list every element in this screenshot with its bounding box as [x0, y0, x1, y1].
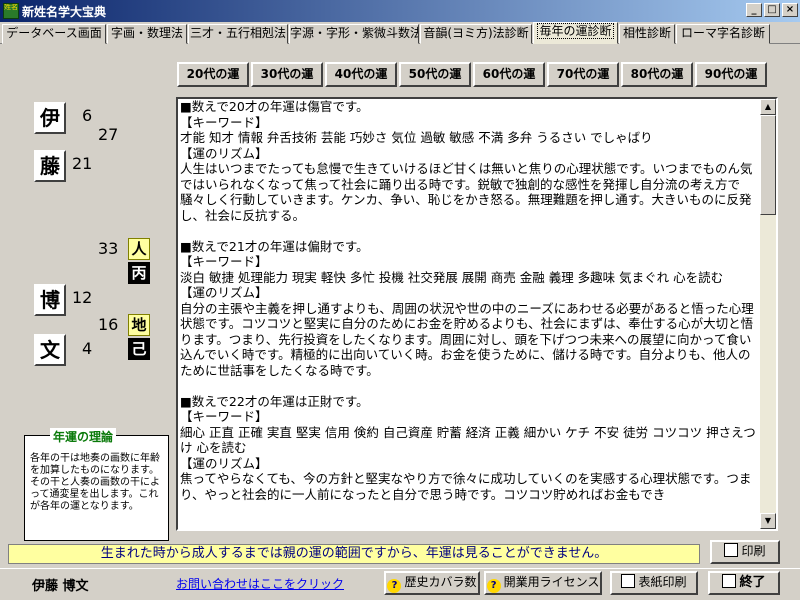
age-60s-button[interactable]: 60代の運 — [473, 62, 545, 87]
jin-kaku-value: 33 — [98, 239, 119, 258]
close-button[interactable]: × — [782, 3, 798, 17]
fortune-text: ■数えで20才の年運は傷官です。 【キーワード】 才能 知才 情報 弁舌技術 芸能 … — [180, 99, 762, 502]
tab-label: 字画・数理法 — [110, 26, 183, 40]
fortune-line: 才能 知才 情報 弁舌技術 芸能 巧妙さ 気位 過敏 敏感 不満 多弁 うるさい… — [180, 130, 653, 145]
fortune-line: 自分の主張や主義を押し通すよりも、周囲の状況や世の中のニーズにあわせる必要がある… — [180, 300, 754, 378]
minimize-button[interactable]: _ — [746, 3, 762, 17]
scroll-up-icon[interactable]: ▲ — [760, 99, 776, 115]
age-30s-button[interactable]: 30代の運 — [251, 62, 323, 87]
history-kabbalah-button[interactable]: ? 歴史カバラ数 — [384, 571, 480, 595]
contact-link[interactable]: お問い合わせはここをクリック — [176, 575, 344, 592]
tab-label: 毎年の運診断 — [537, 23, 614, 39]
print-button-label: 印刷 — [741, 544, 766, 558]
fortune-line: 【キーワード】 — [180, 114, 268, 130]
fortune-line: 【キーワード】 — [180, 409, 268, 424]
status-message: 生まれた時から成人するまでは親の運の範囲ですから、年運は見ることができません。 — [8, 544, 700, 564]
age-50s-button[interactable]: 50代の運 — [399, 62, 471, 87]
given-char-2: 文 — [34, 334, 66, 366]
tab-label: ローマ字名診断 — [680, 26, 765, 40]
footer-bar: 伊藤 博文 お問い合わせはここをクリック ? 歴史カバラ数 ? 開業用ライセンス 表… — [0, 568, 800, 600]
tab-label: 三才・五行相剋法 — [189, 26, 286, 40]
tab-stroke-numerology[interactable]: 字画・数理法 — [107, 24, 187, 44]
help-icon: ? — [387, 579, 402, 593]
fortune-line: ■数えで22才の年運は正財です。 — [180, 393, 369, 409]
exit-button-label: 終了 — [739, 575, 766, 590]
surname-char-2: 藤 — [34, 150, 66, 182]
tab-sansai-gogyo[interactable]: 三才・五行相剋法 — [188, 24, 288, 44]
given-char-2-strokes: 4 — [82, 339, 93, 358]
scroll-thumb[interactable] — [760, 115, 776, 215]
tab-compatibility[interactable]: 相性診断 — [619, 24, 675, 44]
tab-bar: データベース画面 字画・数理法 三才・五行相剋法 字源・字形・紫微斗数法 音韻(… — [0, 22, 800, 44]
title-bar: 姓名 新姓名学大宝典 _ □ × — [0, 0, 800, 22]
tab-database[interactable]: データベース画面 — [2, 24, 106, 44]
heaven-sum: 27 — [98, 125, 119, 144]
vertical-scrollbar[interactable]: ▲ ▼ — [760, 99, 776, 529]
printer-icon — [621, 574, 636, 588]
printer-icon — [724, 543, 739, 557]
user-name: 伊藤 博文 — [32, 579, 89, 594]
help-icon: ? — [486, 579, 501, 593]
fortune-line: 細心 正直 正確 実直 堅実 信用 倹約 自己資産 貯蓄 経済 正義 細かい ケ… — [180, 424, 756, 456]
tab-label: データベース画面 — [6, 26, 102, 40]
fortune-line: ■数えで20才の年運は傷官です。 — [180, 99, 369, 114]
exit-icon — [722, 574, 737, 588]
maximize-button[interactable]: □ — [764, 3, 780, 17]
chi-kaku-stem: 己 — [128, 338, 150, 360]
tab-label: 字源・字形・紫微斗数法 — [290, 26, 419, 40]
chi-kaku-label: 地 — [128, 314, 150, 336]
fortune-line: ■数えで21才の年運は偏財です。 — [180, 238, 369, 254]
given-char-1-strokes: 12 — [72, 288, 93, 307]
scroll-down-icon[interactable]: ▼ — [760, 513, 776, 529]
jin-kaku-stem: 丙 — [128, 262, 150, 284]
history-button-label: 歴史カバラ数 — [404, 575, 477, 589]
tab-onin-yomi[interactable]: 音韻(ヨミ方)法診断 — [420, 24, 532, 44]
license-button-label: 開業用ライセンス — [503, 575, 600, 589]
fortune-text-area[interactable]: ■数えで20才の年運は傷官です。 【キーワード】 才能 知才 情報 弁舌技術 芸能 … — [176, 97, 778, 531]
theory-title: 年運の理論 — [50, 428, 117, 445]
age-40s-button[interactable]: 40代の運 — [325, 62, 397, 87]
surname-char-1-strokes: 6 — [82, 106, 93, 125]
window-title: 新姓名学大宝典 — [22, 5, 107, 19]
fortune-line: 淡白 敏捷 処理能力 現実 軽快 多忙 投機 社交発展 展開 商売 金融 義理 … — [180, 269, 724, 285]
tab-jigen-jikei-shibi[interactable]: 字源・字形・紫微斗数法 — [289, 24, 419, 44]
surname-char-2-strokes: 21 — [72, 154, 93, 173]
tab-romaji-name[interactable]: ローマ字名診断 — [676, 24, 770, 44]
fortune-line: 【運のリズム】 — [180, 285, 268, 300]
jin-kaku-label: 人 — [128, 238, 150, 260]
age-90s-button[interactable]: 90代の運 — [695, 62, 767, 87]
exit-button[interactable]: 終了 — [708, 571, 780, 595]
chi-kaku-value: 16 — [98, 315, 119, 334]
theory-body: 各年の干は地奏の画数に年齢を加算したものになります。その干と人奏の画数の干によっ… — [30, 453, 160, 512]
theory-panel: 各年の干は地奏の画数に年齢を加算したものになります。その干と人奏の画数の干によっ… — [24, 435, 169, 541]
print-button[interactable]: 印刷 — [710, 540, 780, 564]
fortune-line: 【運のリズム】 — [180, 455, 268, 471]
cover-print-button[interactable]: 表紙印刷 — [610, 571, 698, 595]
cover-print-label: 表紙印刷 — [638, 575, 687, 589]
business-license-button[interactable]: ? 開業用ライセンス — [484, 571, 602, 595]
tab-label: 相性診断 — [622, 26, 671, 40]
app-logo-icon: 姓名 — [3, 3, 19, 19]
age-20s-button[interactable]: 20代の運 — [177, 62, 249, 87]
fortune-line: 【キーワード】 — [180, 254, 268, 269]
surname-char-1: 伊 — [34, 102, 66, 134]
age-70s-button[interactable]: 70代の運 — [547, 62, 619, 87]
tab-yearly-fortune[interactable]: 毎年の運診断 — [533, 22, 618, 44]
age-80s-button[interactable]: 80代の運 — [621, 62, 693, 87]
fortune-line: 【運のリズム】 — [180, 145, 268, 161]
fortune-line: 焦ってやらなくても、今の方針と堅実なやり方で徐々に成功していくのを実感する心理状… — [180, 471, 752, 502]
fortune-line: 人生はいつまでたっても怠慢で生きていけるほど甘くは無いと焦りの心理状態です。いつ… — [180, 161, 753, 223]
given-char-1: 博 — [34, 284, 66, 316]
tab-label: 音韻(ヨミ方)法診断 — [423, 26, 529, 40]
